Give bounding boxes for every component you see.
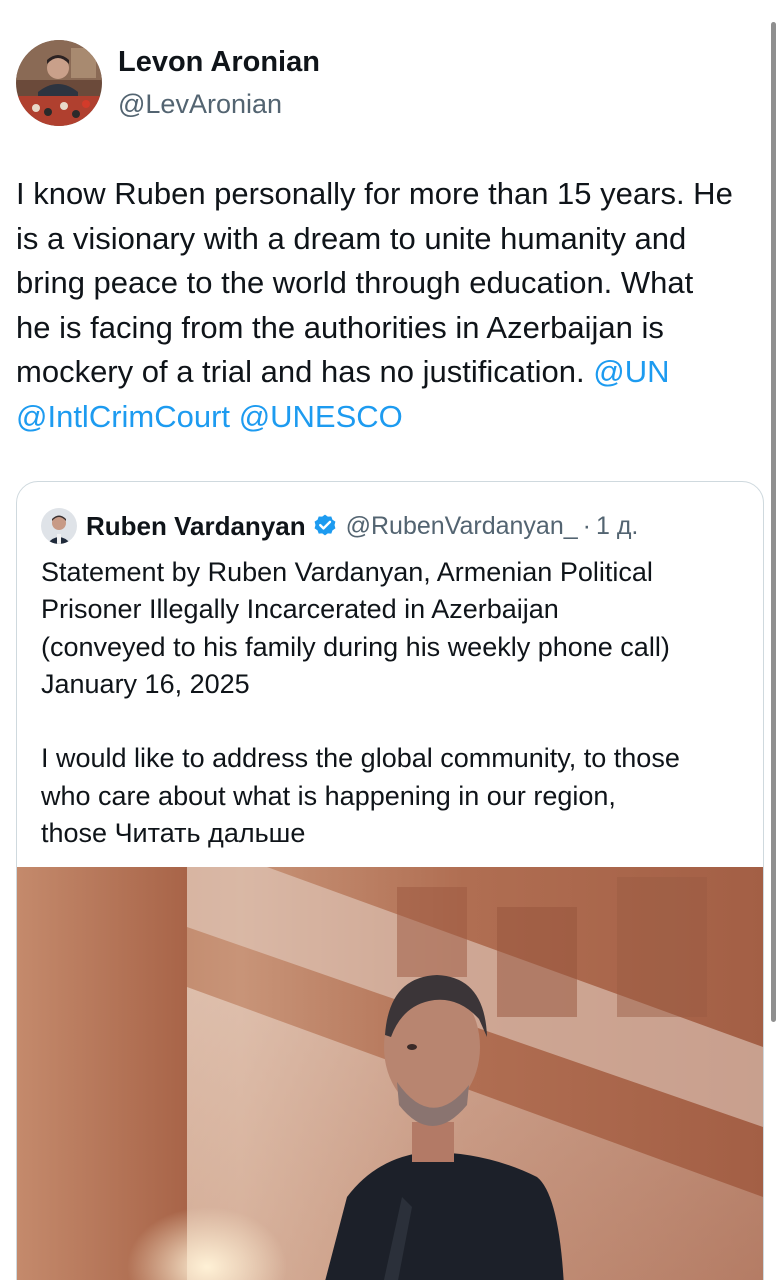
quoted-tweet-text: Statement by Ruben Vardanyan, Armenian P… [41, 554, 751, 852]
quoted-text-segment: those [41, 818, 115, 849]
tweet-text-line: he is facing from the authorities in Aze… [16, 309, 664, 345]
quoted-author-name[interactable]: Ruben Vardanyan [86, 511, 306, 542]
tweet-text-segment: mockery of a trial and has no justificat… [16, 354, 594, 390]
author-avatar[interactable] [16, 40, 102, 126]
quoted-text-line: January 16, 2025 [41, 668, 250, 699]
tweet-text-line: mockery of a trial and has no justificat… [16, 350, 766, 395]
quoted-text-line: (conveyed to his family during his weekl… [41, 631, 670, 662]
mention-link-unesco[interactable]: @UNESCO [239, 399, 403, 434]
quoted-timestamp[interactable]: 1 д. [596, 512, 638, 541]
quoted-tweet-card[interactable]: Ruben Vardanyan @RubenVardanyan_ · 1 д. … [16, 481, 764, 1280]
quoted-text-line: Prisoner Illegally Incarcerated in Azerb… [41, 594, 559, 625]
author-handle[interactable]: @LevAronian [118, 87, 320, 121]
quoted-text-line: Statement by Ruben Vardanyan, Armenian P… [41, 557, 653, 587]
verified-badge-icon [312, 513, 338, 539]
tweet-text-line: bring peace to the world through educati… [16, 265, 694, 301]
quoted-text-line: who care about what is happening in our … [41, 780, 616, 811]
mention-link-intlcrimcourt[interactable]: @IntlCrimCourt [16, 399, 230, 434]
quoted-text-line: I would like to address the global commu… [41, 743, 680, 774]
scrollbar[interactable] [771, 22, 776, 1022]
read-more-link[interactable]: Читать дальше [115, 818, 306, 848]
quoted-tweet-photo[interactable] [17, 867, 763, 1280]
author-name[interactable]: Levon Aronian [118, 45, 320, 79]
tweet-text-line: @IntlCrimCourt @UNESCO [16, 395, 766, 440]
quoted-text-line: those Читать дальше [41, 815, 751, 852]
tweet-text: I know Ruben personally for more than 15… [16, 172, 766, 440]
quoted-tweet-header: Ruben Vardanyan @RubenVardanyan_ · 1 д. [41, 508, 638, 544]
quoted-author-avatar[interactable] [41, 508, 77, 544]
separator-dot: · [582, 511, 591, 540]
tweet-text-line: is a visionary with a dream to unite hum… [16, 220, 687, 256]
mention-link-un[interactable]: @UN [593, 354, 669, 389]
quoted-author-handle[interactable]: @RubenVardanyan_ [346, 512, 578, 541]
tweet-header: Levon Aronian @LevAronian [16, 40, 320, 126]
tweet-text-line: I know Ruben personally for more than 15… [16, 176, 733, 211]
